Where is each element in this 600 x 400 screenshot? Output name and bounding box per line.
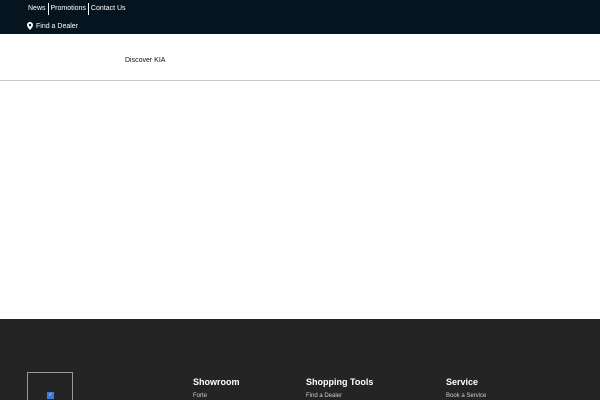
footer-link[interactable]: Book a Service — [446, 393, 486, 399]
footer-link[interactable]: Find a Dealer — [306, 393, 373, 399]
footer-column-title: Service — [446, 377, 479, 387]
footer-column-service: Service Book a Service — [446, 377, 486, 399]
footer-link[interactable]: Forte — [193, 393, 240, 399]
find-a-dealer-link[interactable]: Find a Dealer — [27, 22, 78, 30]
news-link[interactable]: News — [27, 3, 47, 15]
top-bar: News Promotions Contact Us Find a Dealer — [0, 0, 600, 34]
top-links: News Promotions Contact Us — [27, 3, 127, 15]
map-pin-icon — [27, 22, 33, 30]
main-content — [0, 81, 600, 319]
main-nav: Discover KIA — [0, 34, 600, 81]
promotions-link[interactable]: Promotions — [50, 3, 87, 15]
footer: ✓ Showroom Forte Shopping Tools Find a D… — [0, 319, 600, 400]
link-divider — [87, 3, 89, 15]
footer-column-title: Showroom — [193, 377, 240, 387]
link-divider — [47, 3, 49, 15]
footer-column-showroom: Showroom Forte — [193, 377, 240, 399]
nav-item-discover-kia[interactable]: Discover KIA — [125, 57, 165, 64]
contact-us-link[interactable]: Contact Us — [90, 3, 127, 15]
footer-logo-box[interactable]: ✓ — [27, 372, 73, 400]
find-a-dealer-label: Find a Dealer — [36, 22, 79, 30]
footer-column-shopping-tools: Shopping Tools Find a Dealer — [306, 377, 373, 399]
footer-column-title: Shopping Tools — [306, 377, 374, 387]
kia-logo-icon: ✓ — [47, 392, 54, 399]
